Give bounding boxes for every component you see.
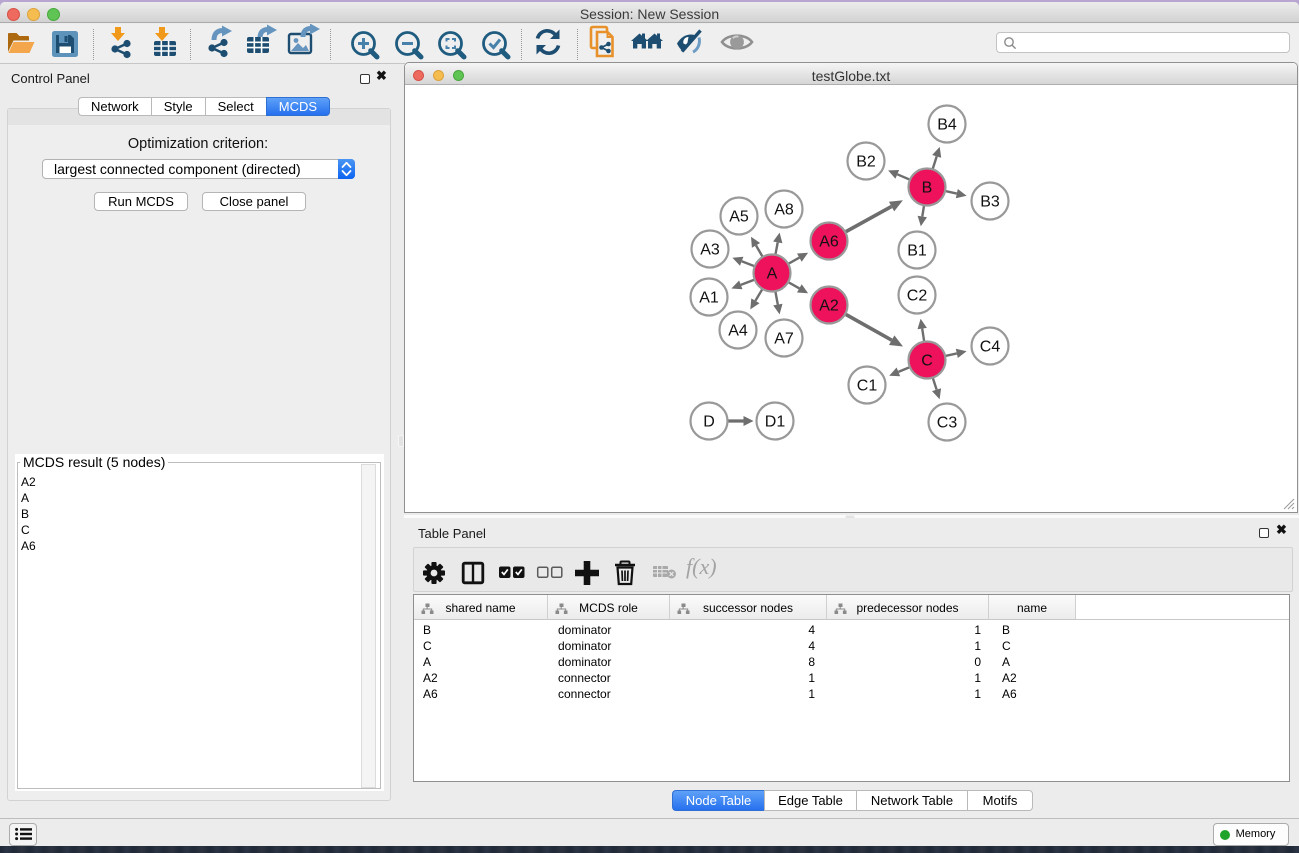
svg-text:A1: A1 [699, 290, 719, 307]
svg-text:D1: D1 [765, 414, 786, 431]
svg-text:A8: A8 [774, 202, 794, 219]
svg-text:C: C [921, 353, 933, 370]
svg-text:A2: A2 [819, 298, 839, 315]
svg-text:D: D [703, 414, 715, 431]
svg-text:B2: B2 [856, 154, 876, 171]
svg-text:B4: B4 [937, 117, 957, 134]
svg-text:B1: B1 [907, 243, 927, 260]
svg-text:C1: C1 [857, 378, 878, 395]
svg-text:C3: C3 [937, 415, 958, 432]
svg-text:A6: A6 [819, 234, 839, 251]
svg-text:A: A [767, 266, 778, 283]
svg-text:A5: A5 [729, 209, 749, 226]
svg-text:A3: A3 [700, 242, 720, 259]
svg-text:B3: B3 [980, 194, 1000, 211]
svg-text:C4: C4 [980, 339, 1001, 356]
svg-text:A4: A4 [728, 323, 748, 340]
svg-text:A7: A7 [774, 331, 794, 348]
svg-text:B: B [922, 180, 933, 197]
svg-text:C2: C2 [907, 288, 928, 305]
